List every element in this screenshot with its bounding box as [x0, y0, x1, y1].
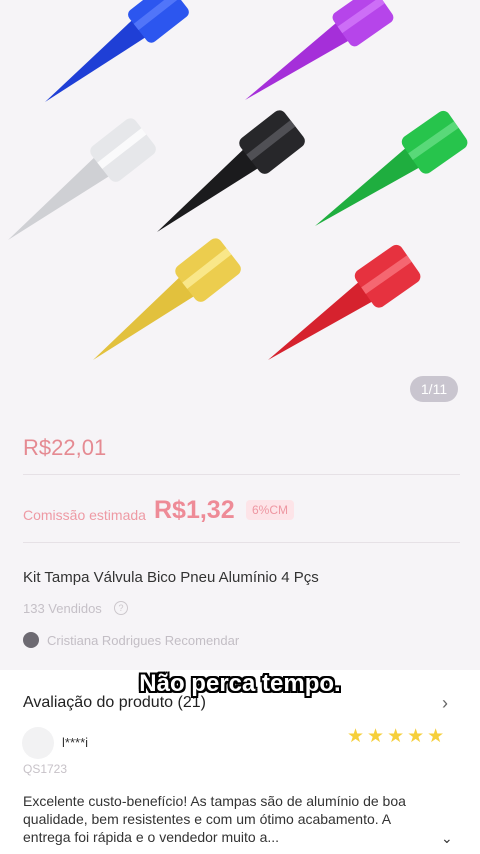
sold-count: 133 Vendidos: [23, 601, 102, 616]
image-page-indicator: 1/11: [410, 376, 458, 402]
info-icon[interactable]: ?: [114, 601, 128, 615]
video-subtitle: Não perca tempo.: [139, 670, 341, 697]
recommender-text[interactable]: Cristiana Rodrigues Recomendar: [47, 633, 239, 648]
divider: [23, 542, 460, 543]
reviewer-name: l****i: [62, 735, 89, 750]
recommender-avatar: [23, 632, 39, 648]
commission-label: Comissão estimada: [23, 507, 146, 523]
valve-caps-photo: [8, 0, 468, 360]
commission-value: R$1,32: [154, 496, 235, 524]
reviewer-avatar: [22, 727, 54, 759]
commission-rate-badge: 6%CM: [246, 500, 295, 520]
chevron-down-icon[interactable]: ⌄: [441, 830, 453, 847]
review-variant: QS1723: [23, 762, 68, 776]
divider: [23, 474, 460, 475]
product-title: Kit Tampa Válvula Bico Pneu Alumínio 4 P…: [23, 569, 319, 586]
rating-stars: ★★★★★: [347, 726, 448, 747]
product-image[interactable]: 1/11: [0, 0, 480, 420]
review-text: Excelente custo-benefício! As tampas são…: [23, 793, 406, 845]
product-price: R$22,01: [23, 435, 107, 460]
